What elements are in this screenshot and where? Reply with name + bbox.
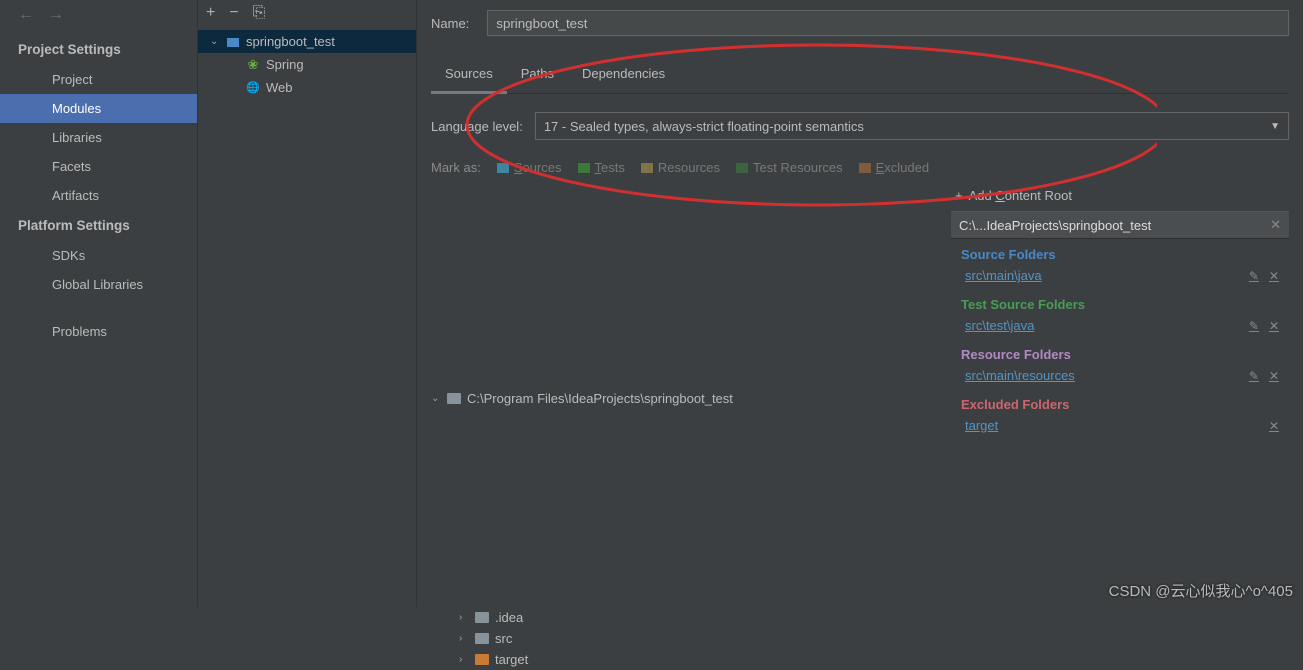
folder-icon <box>447 393 461 404</box>
file-tree-target[interactable]: › target <box>431 649 951 670</box>
sidebar-item-modules[interactable]: Modules <box>0 94 197 123</box>
mark-as-label: Mark as: <box>431 160 481 175</box>
excluded-folder-icon <box>859 163 871 173</box>
copy-module-icon[interactable]: ⎘ <box>253 4 266 22</box>
web-icon: 🌐 <box>246 81 260 95</box>
file-tree-target-label: target <box>495 652 528 667</box>
file-tree-src[interactable]: › src <box>431 628 951 649</box>
add-content-root-button[interactable]: + Add Content Root <box>951 185 1289 211</box>
settings-sidebar: ← → Project Settings Project Modules Lib… <box>0 0 198 607</box>
remove-icon[interactable]: ✕ <box>1269 269 1279 283</box>
sidebar-item-facets[interactable]: Facets <box>0 152 197 181</box>
mark-sources-button[interactable]: Sources <box>497 160 562 175</box>
nav-forward-icon[interactable]: → <box>48 6 64 24</box>
edit-icon[interactable]: ✎ <box>1249 369 1259 383</box>
expand-icon[interactable]: ⌄ <box>210 36 220 47</box>
source-folder-item[interactable]: src\main\java ✎✕ <box>961 266 1279 285</box>
resources-folder-icon <box>641 163 653 173</box>
nav-back-icon[interactable]: ← <box>18 6 34 24</box>
sidebar-item-problems[interactable]: Problems <box>0 317 197 346</box>
edit-icon[interactable]: ✎ <box>1249 319 1259 333</box>
tab-dependencies[interactable]: Dependencies <box>568 60 679 93</box>
project-settings-header: Project Settings <box>0 34 197 65</box>
collapse-icon[interactable]: › <box>459 633 469 644</box>
file-tree-src-label: src <box>495 631 512 646</box>
collapse-icon[interactable]: › <box>459 654 469 665</box>
watermark: CSDN @云心似我心^o^405 <box>1109 580 1293 601</box>
resource-folder-item[interactable]: src\main\resources ✎✕ <box>961 366 1279 385</box>
module-tree-web[interactable]: 🌐 Web <box>198 76 416 99</box>
spring-icon: ❀ <box>246 58 260 72</box>
content-root-header: C:\...IdeaProjects\springboot_test ✕ <box>951 211 1289 239</box>
mark-resources-button[interactable]: Resources <box>641 160 720 175</box>
folder-icon <box>475 633 489 644</box>
close-icon[interactable]: ✕ <box>1270 217 1281 233</box>
mark-tests-button[interactable]: Tests <box>578 160 625 175</box>
content-roots-panel: + Add Content Root C:\...IdeaProjects\sp… <box>951 185 1289 607</box>
remove-icon[interactable]: ✕ <box>1269 369 1279 383</box>
content-root-tree: ⌄ C:\Program Files\IdeaProjects\springbo… <box>431 185 951 607</box>
remove-icon[interactable]: ✕ <box>1269 419 1279 433</box>
sources-folder-icon <box>497 163 509 173</box>
mark-excluded-button[interactable]: Excluded <box>859 160 929 175</box>
tests-folder-icon <box>578 163 590 173</box>
module-icon <box>226 35 240 49</box>
sidebar-item-libraries[interactable]: Libraries <box>0 123 197 152</box>
resource-folders-title: Resource Folders <box>961 347 1279 362</box>
module-tree-panel: + − ⎘ ⌄ springboot_test ❀ Spring 🌐 Web <box>198 0 417 607</box>
tab-paths[interactable]: Paths <box>507 60 568 93</box>
module-tree-web-label: Web <box>266 80 293 95</box>
dropdown-caret-icon: ▼ <box>1270 121 1280 132</box>
folder-icon <box>475 654 489 665</box>
language-level-value: 17 - Sealed types, always-strict floatin… <box>544 119 864 134</box>
sidebar-item-global-libraries[interactable]: Global Libraries <box>0 270 197 299</box>
sidebar-item-project[interactable]: Project <box>0 65 197 94</box>
expand-icon[interactable]: ⌄ <box>431 393 441 404</box>
file-tree-idea[interactable]: › .idea <box>431 607 951 628</box>
tab-sources[interactable]: Sources <box>431 60 507 94</box>
module-tree-spring-label: Spring <box>266 57 304 72</box>
test-source-folder-item[interactable]: src\test\java ✎✕ <box>961 316 1279 335</box>
source-folders-title: Source Folders <box>961 247 1279 262</box>
sidebar-item-artifacts[interactable]: Artifacts <box>0 181 197 210</box>
file-tree-root[interactable]: ⌄ C:\Program Files\IdeaProjects\springbo… <box>431 189 951 607</box>
module-tree-spring[interactable]: ❀ Spring <box>198 53 416 76</box>
mark-test-resources-button[interactable]: Test Resources <box>736 160 843 175</box>
remove-module-icon[interactable]: − <box>229 4 238 22</box>
test-source-folders-title: Test Source Folders <box>961 297 1279 312</box>
module-tree-root[interactable]: ⌄ springboot_test <box>198 30 416 53</box>
content-root-path: C:\...IdeaProjects\springboot_test <box>959 218 1151 233</box>
test-resources-folder-icon <box>736 163 748 173</box>
module-name-input[interactable] <box>487 10 1289 36</box>
sidebar-item-sdks[interactable]: SDKs <box>0 241 197 270</box>
plus-icon: + <box>955 188 963 203</box>
folder-icon <box>475 612 489 623</box>
remove-icon[interactable]: ✕ <box>1269 319 1279 333</box>
file-tree-idea-label: .idea <box>495 610 523 625</box>
edit-icon[interactable]: ✎ <box>1249 269 1259 283</box>
platform-settings-header: Platform Settings <box>0 210 197 241</box>
language-level-label: Language level: <box>431 119 523 134</box>
collapse-icon[interactable]: › <box>459 612 469 623</box>
module-tabs: Sources Paths Dependencies <box>431 60 1289 94</box>
file-tree-root-label: C:\Program Files\IdeaProjects\springboot… <box>467 391 733 406</box>
excluded-folder-item[interactable]: target ✕ <box>961 416 1279 435</box>
excluded-folders-title: Excluded Folders <box>961 397 1279 412</box>
module-tree-root-label: springboot_test <box>246 34 335 49</box>
module-editor-panel: Name: Sources Paths Dependencies Languag… <box>417 0 1303 607</box>
add-module-icon[interactable]: + <box>206 4 215 22</box>
language-level-dropdown[interactable]: 17 - Sealed types, always-strict floatin… <box>535 112 1289 140</box>
name-label: Name: <box>431 16 469 31</box>
